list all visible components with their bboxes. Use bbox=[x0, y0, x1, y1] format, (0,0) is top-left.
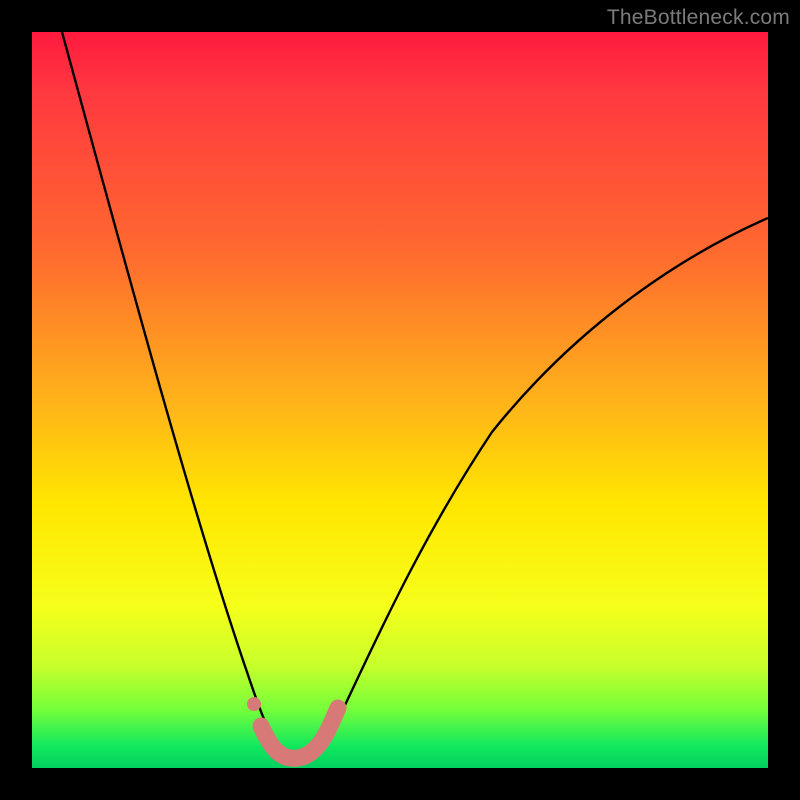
bottleneck-curve-svg bbox=[32, 32, 768, 768]
plot-area bbox=[32, 32, 768, 768]
highlight-dot bbox=[247, 697, 261, 711]
watermark-text: TheBottleneck.com bbox=[607, 6, 790, 30]
bottleneck-curve bbox=[62, 32, 768, 760]
chart-frame: TheBottleneck.com bbox=[0, 0, 800, 800]
highlight-optimal-zone bbox=[261, 708, 338, 758]
